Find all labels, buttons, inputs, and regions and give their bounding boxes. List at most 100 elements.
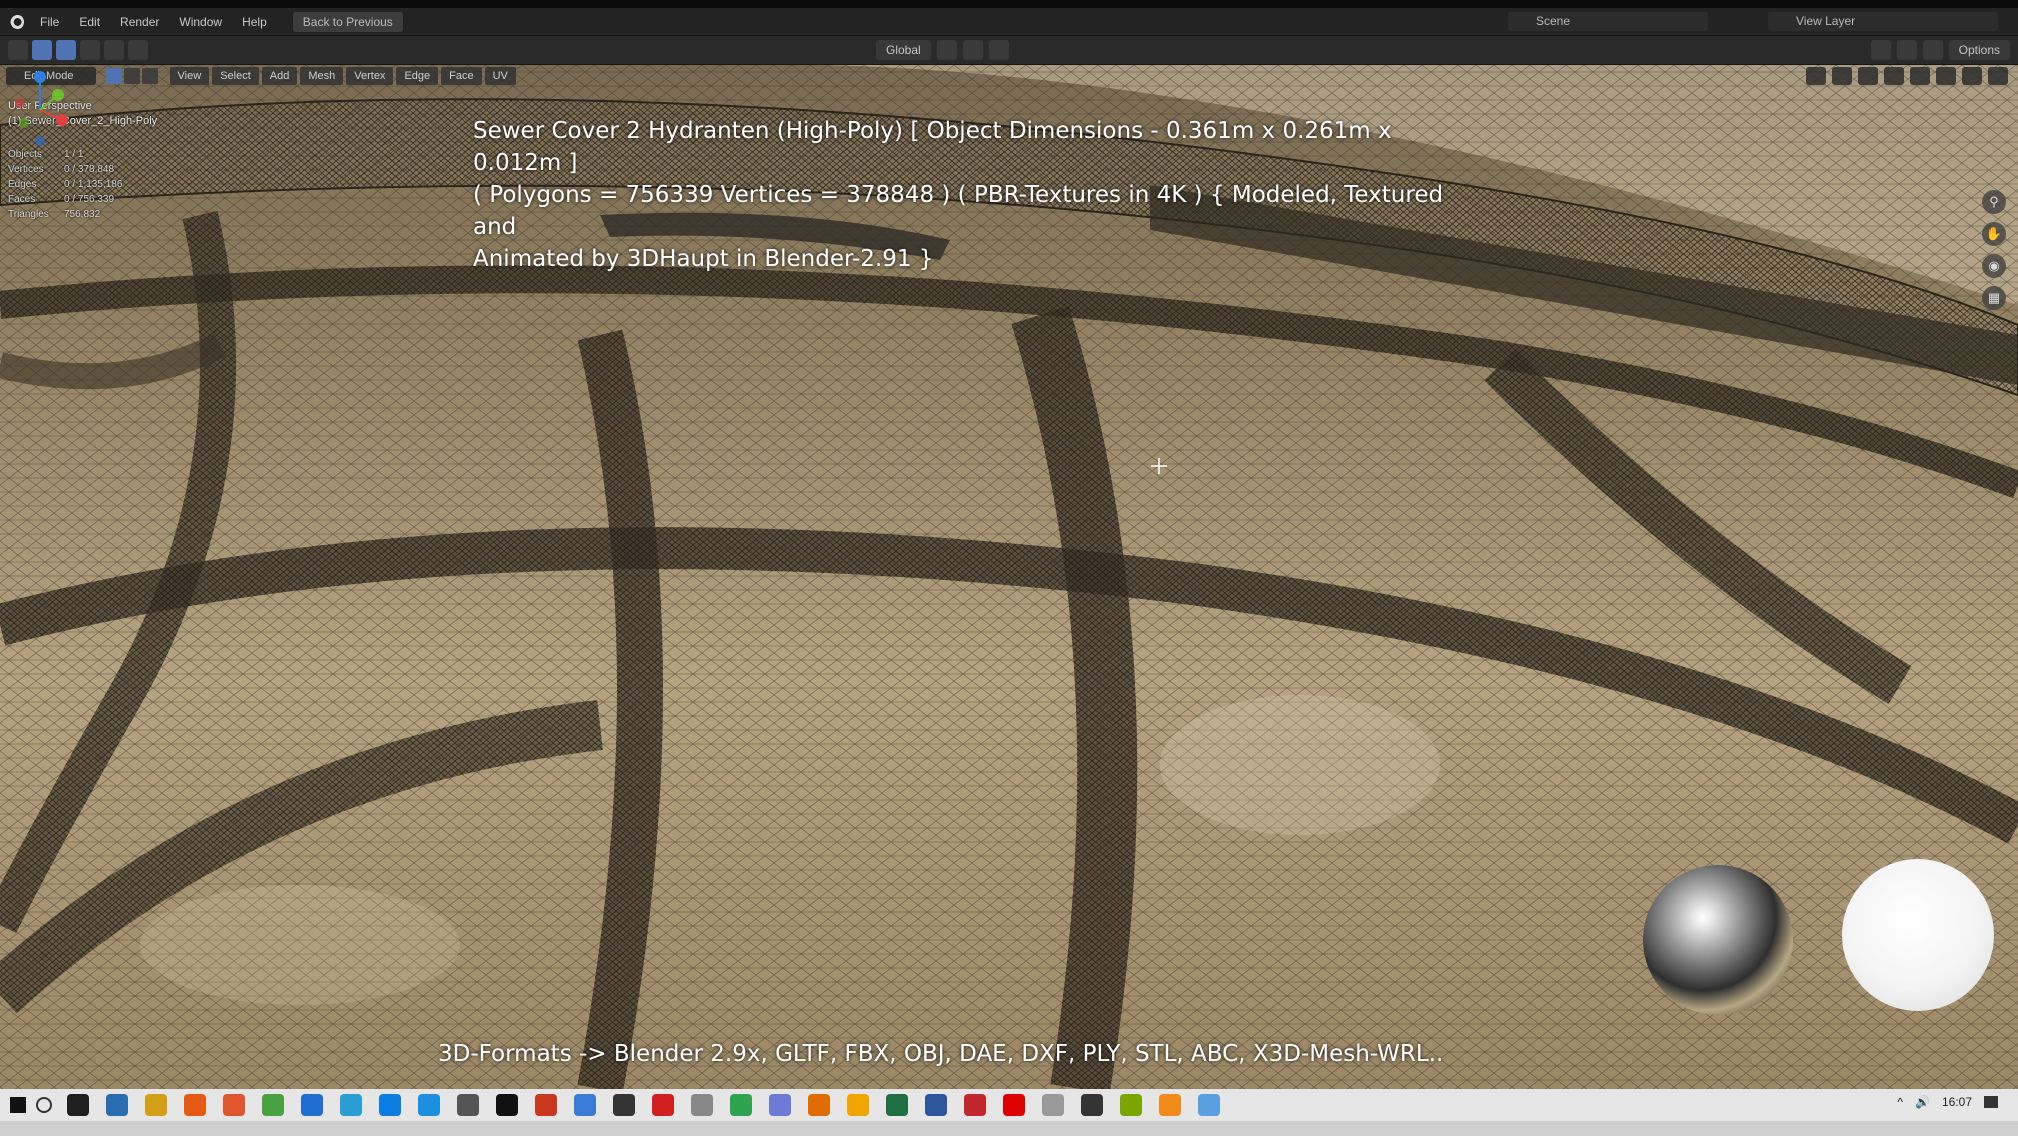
snap-icon[interactable]	[962, 40, 983, 60]
clock[interactable]: 16:07	[1942, 1095, 1972, 1109]
taskbar-app-icon[interactable]	[1159, 1094, 1181, 1116]
taskbar-app-icon[interactable]	[496, 1094, 518, 1116]
select-tool-icon[interactable]	[32, 40, 52, 60]
menu-file[interactable]: File	[30, 15, 69, 29]
menu-uv[interactable]: UV	[484, 67, 516, 85]
options-dropdown[interactable]: Options	[1948, 40, 2010, 60]
taskbar-app-icon[interactable]	[1042, 1094, 1064, 1116]
screen-bottom-edge	[0, 1121, 2018, 1136]
select-extend-icon[interactable]	[80, 40, 100, 60]
ortho-toggle-icon[interactable]: ▦	[1982, 286, 2006, 310]
axis-x-icon[interactable]	[1870, 40, 1891, 60]
visibility-icon[interactable]	[1806, 67, 1826, 85]
menu-edge[interactable]: Edge	[396, 67, 439, 85]
taskbar-app-icon[interactable]	[106, 1094, 128, 1116]
taskbar-app-icon[interactable]	[1003, 1094, 1025, 1116]
menu-help[interactable]: Help	[232, 15, 277, 29]
scene-selector[interactable]: Scene	[1508, 12, 1708, 31]
taskbar-app-icon[interactable]	[379, 1094, 401, 1116]
zoom-icon[interactable]: ⚲	[1982, 190, 2006, 214]
volume-icon[interactable]: 🔊	[1915, 1095, 1930, 1109]
view-layer-selector[interactable]: View Layer	[1768, 12, 1998, 31]
taskbar-app-icon[interactable]	[223, 1094, 245, 1116]
menu-select[interactable]: Select	[212, 67, 259, 85]
taskbar-app-icon[interactable]	[457, 1094, 479, 1116]
taskbar-app-icon[interactable]	[145, 1094, 167, 1116]
axis-z-icon[interactable]	[1922, 40, 1943, 60]
select-invert-icon[interactable]	[128, 40, 148, 60]
taskbar-app-icon[interactable]	[262, 1094, 284, 1116]
edge-select-icon[interactable]	[123, 68, 140, 84]
taskbar-app-icon[interactable]	[1198, 1094, 1220, 1116]
proportional-edit-icon[interactable]	[988, 40, 1009, 60]
taskbar-app-icon[interactable]	[1120, 1094, 1142, 1116]
menu-view[interactable]: View	[169, 67, 210, 85]
taskbar-app-icon[interactable]	[886, 1094, 908, 1116]
solid-shading-icon[interactable]	[1936, 67, 1956, 85]
taskbar-app-icon[interactable]	[769, 1094, 791, 1116]
system-tray: ^ 🔊 16:07	[1897, 1095, 1998, 1109]
taskbar-app-icon[interactable]	[691, 1094, 713, 1116]
taskbar-app-icon[interactable]	[1081, 1094, 1103, 1116]
overlay-toggle-icon[interactable]	[1858, 67, 1878, 85]
taskbar-app-icon[interactable]	[652, 1094, 674, 1116]
y-axis-icon[interactable]	[52, 89, 64, 101]
notification-icon[interactable]	[1984, 1096, 1998, 1108]
menu-vertex[interactable]: Vertex	[346, 67, 394, 85]
stat-label: Edges	[8, 179, 37, 190]
wireframe-shading-icon[interactable]	[1910, 67, 1930, 85]
pan-hand-icon[interactable]: ✋	[1982, 222, 2006, 246]
windows-start-icon[interactable]	[10, 1097, 26, 1113]
menu-add[interactable]: Add	[261, 67, 298, 85]
scene-statistics: Objects 1 / 1 Vertices 0 / 378,848 Edges 0 …	[8, 147, 122, 222]
taskbar-app-icon[interactable]	[535, 1094, 557, 1116]
taskbar-app-icon[interactable]	[418, 1094, 440, 1116]
taskbar-app-icon[interactable]	[301, 1094, 323, 1116]
stat-label: Vertices	[8, 164, 44, 175]
back-to-previous-button[interactable]: Back to Previous	[292, 11, 403, 32]
taskbar-app-icon[interactable]	[67, 1094, 89, 1116]
axis-y-icon[interactable]	[1896, 40, 1917, 60]
stat-row: Vertices 0 / 378,848	[8, 162, 122, 177]
navigation-gizmo[interactable]	[0, 65, 80, 155]
menu-window[interactable]: Window	[169, 15, 232, 29]
taskbar-app-icon[interactable]	[613, 1094, 635, 1116]
taskbar-app-icon[interactable]	[574, 1094, 596, 1116]
menu-edit[interactable]: Edit	[69, 15, 110, 29]
taskbar-app-icon[interactable]	[340, 1094, 362, 1116]
orientation-dropdown[interactable]: Global	[876, 40, 931, 60]
taskbar-app-icon[interactable]	[808, 1094, 830, 1116]
camera-view-icon[interactable]: ◉	[1982, 254, 2006, 278]
viewport-menus: View Select Add Mesh Vertex Edge Face UV	[169, 67, 516, 85]
editor-type-icon[interactable]	[8, 40, 28, 60]
transform-controls: Global	[876, 40, 1009, 60]
stat-row: Triangles 756,832	[8, 207, 122, 222]
x-axis-icon[interactable]	[56, 114, 68, 126]
vertex-select-icon[interactable]	[105, 68, 122, 84]
select-mode-buttons	[105, 68, 158, 84]
stat-label: Faces	[8, 194, 36, 205]
select-subtract-icon[interactable]	[104, 40, 124, 60]
pivot-icon[interactable]	[936, 40, 957, 60]
taskbar-app-icon[interactable]	[730, 1094, 752, 1116]
windows-taskbar: ^ 🔊 16:07	[0, 1089, 2018, 1121]
taskbar-app-icon[interactable]	[184, 1094, 206, 1116]
taskbar-app-icon[interactable]	[925, 1094, 947, 1116]
xray-icon[interactable]	[1884, 67, 1904, 85]
z-axis-icon[interactable]	[34, 71, 46, 83]
menu-mesh[interactable]: Mesh	[300, 67, 344, 85]
taskbar-app-icon[interactable]	[964, 1094, 986, 1116]
face-select-icon[interactable]	[141, 68, 158, 84]
stat-label: Triangles	[8, 209, 49, 220]
material-shading-icon[interactable]	[1962, 67, 1982, 85]
search-icon[interactable]	[36, 1097, 52, 1113]
blender-logo-icon[interactable]	[8, 13, 24, 30]
menu-face[interactable]: Face	[441, 67, 482, 85]
taskbar-app-icon[interactable]	[847, 1094, 869, 1116]
select-box-icon[interactable]	[56, 40, 76, 60]
caption-line-2: ( Polygons = 756339 Vertices = 378848 ) …	[473, 182, 1444, 240]
gizmo-toggle-icon[interactable]	[1832, 67, 1852, 85]
tray-chevron-icon[interactable]: ^	[1897, 1095, 1903, 1109]
menu-render[interactable]: Render	[110, 15, 169, 29]
rendered-shading-icon[interactable]	[1988, 67, 2008, 85]
